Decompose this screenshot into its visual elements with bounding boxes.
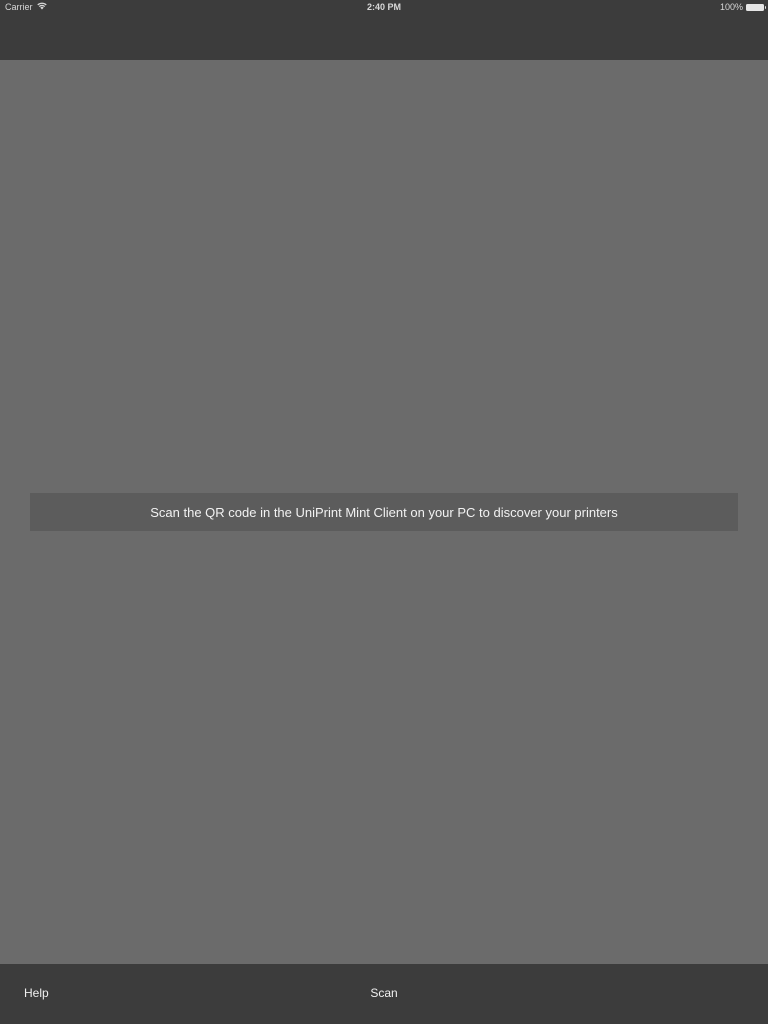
status-time: 2:40 PM (366, 2, 401, 12)
instruction-banner: Scan the QR code in the UniPrint Mint Cl… (30, 493, 738, 531)
status-bar: Carrier 2:40 PM 100% (0, 0, 768, 16)
navigation-bar (0, 16, 768, 60)
instruction-text: Scan the QR code in the UniPrint Mint Cl… (150, 504, 618, 520)
scan-button[interactable]: Scan (0, 986, 768, 1000)
status-right: 100% (719, 2, 766, 12)
battery-percent: 100% (719, 2, 743, 12)
battery-icon (746, 3, 766, 11)
scanner-view: Scan the QR code in the UniPrint Mint Cl… (0, 60, 768, 964)
bottom-toolbar: Help Scan (0, 964, 768, 1024)
